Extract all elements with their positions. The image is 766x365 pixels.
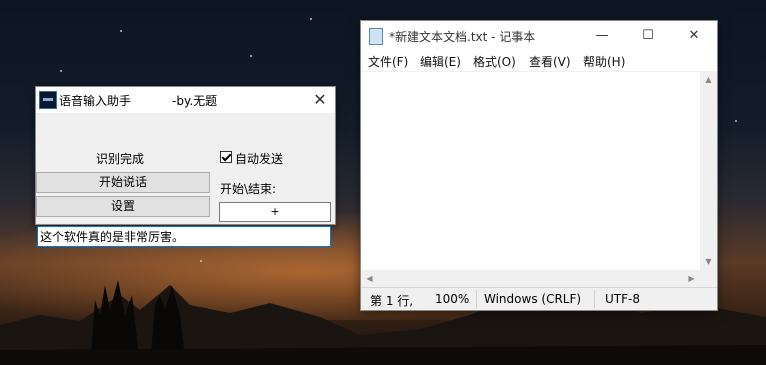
notepad-window: *新建文本文档.txt - 记事本 — ☐ ✕ 文件(F) 编辑(E) 格式(O… [360, 20, 718, 311]
menu-format[interactable]: 格式(O) [473, 53, 516, 70]
auto-send-checkbox[interactable] [220, 151, 232, 163]
horizontal-scrollbar[interactable]: ◀ ▶ [361, 270, 700, 287]
scroll-right-arrow-icon[interactable]: ▶ [683, 270, 700, 287]
line-ending: Windows (CRLF) [484, 292, 582, 306]
close-button[interactable]: ✕ [671, 21, 717, 51]
menu-view[interactable]: 查看(V) [529, 53, 571, 70]
menu-bar: 文件(F) 编辑(E) 格式(O) 查看(V) 帮助(H) [361, 51, 717, 71]
voice-assistant-window: 语音输入助手 -by.无题 ✕ 识别完成 开始说话 设置 自动发送 开始\结束:… [35, 86, 336, 247]
wallpaper-star [250, 55, 252, 57]
scroll-left-arrow-icon[interactable]: ◀ [361, 270, 378, 287]
wallpaper-star [60, 70, 62, 72]
status-divider [476, 290, 477, 308]
status-bar: 第 1 行, 100% Windows (CRLF) UTF-8 [361, 287, 717, 310]
text-editor-area[interactable] [361, 71, 700, 288]
status-label: 识别完成 [96, 152, 145, 166]
status-divider [594, 290, 595, 308]
wallpaper-star [735, 120, 737, 122]
menu-edit[interactable]: 编辑(E) [420, 53, 461, 70]
client-area: 识别完成 开始说话 设置 自动发送 开始\结束: + [36, 113, 335, 247]
hotkey-field[interactable]: + [219, 202, 331, 222]
close-button[interactable]: ✕ [305, 87, 335, 113]
menu-file[interactable]: 文件(F) [368, 53, 408, 70]
window-title: *新建文本文档.txt - 记事本 [389, 30, 536, 44]
cursor-position: 第 1 行, [370, 294, 414, 308]
zoom-level: 100% [435, 292, 470, 306]
title-bar[interactable]: *新建文本文档.txt - 记事本 — ☐ ✕ [361, 21, 717, 51]
maximize-button[interactable]: ☐ [625, 21, 671, 51]
settings-button[interactable]: 设置 [36, 196, 210, 217]
menu-help[interactable]: 帮助(H) [583, 53, 625, 70]
scroll-up-arrow-icon[interactable]: ▲ [700, 71, 717, 88]
title-bar[interactable]: 语音输入助手 -by.无题 ✕ [36, 87, 335, 113]
scroll-down-arrow-icon[interactable]: ▼ [700, 253, 717, 270]
wallpaper-star [120, 30, 122, 32]
wallpaper-star [310, 18, 312, 20]
recognition-result-input[interactable] [37, 226, 331, 247]
minimize-button[interactable]: — [579, 21, 625, 51]
notepad-icon [369, 28, 383, 45]
scrollbar-corner [700, 270, 717, 287]
window-title: 语音输入助手 [59, 94, 132, 108]
author-label: -by.无题 [172, 94, 218, 108]
hotkey-label: 开始\结束: [220, 182, 277, 196]
app-icon [39, 91, 57, 109]
vertical-scrollbar[interactable]: ▲ ▼ [700, 71, 717, 270]
start-speaking-button[interactable]: 开始说话 [36, 172, 210, 193]
auto-send-label[interactable]: 自动发送 [235, 150, 283, 167]
encoding: UTF-8 [605, 292, 640, 306]
